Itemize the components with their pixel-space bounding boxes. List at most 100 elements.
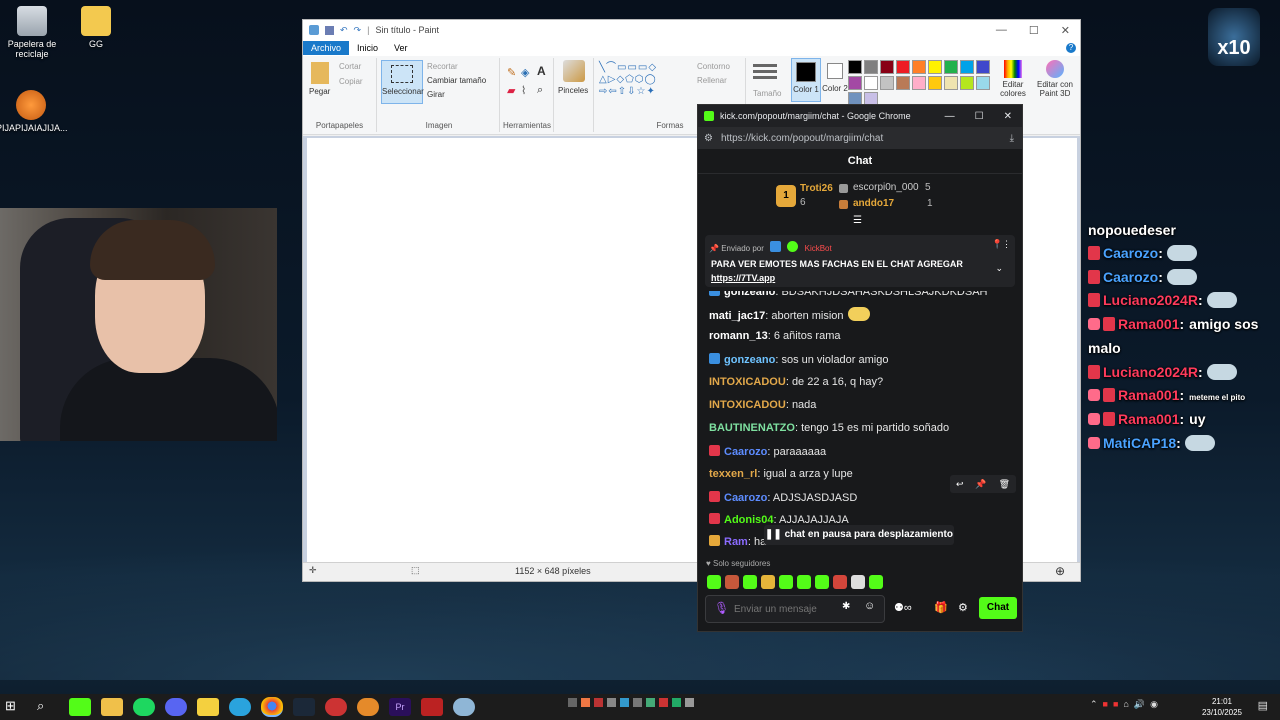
translate-icon[interactable]: ✱ bbox=[842, 601, 850, 612]
emote-icon[interactable] bbox=[779, 575, 793, 589]
zoom-in-icon[interactable]: ⊕ bbox=[1055, 564, 1065, 578]
minimize-icon[interactable]: — bbox=[945, 111, 955, 122]
magnifier-icon[interactable]: ⌕ bbox=[537, 84, 543, 97]
rotate-button[interactable]: Girar bbox=[427, 90, 445, 99]
chat-username[interactable]: Ram bbox=[724, 536, 748, 548]
paste-button[interactable]: Pegar bbox=[309, 87, 330, 96]
emote-icon[interactable] bbox=[851, 575, 865, 589]
color-picker-icon[interactable]: ⌇ bbox=[521, 84, 526, 97]
notifications-icon[interactable]: ▤ bbox=[1258, 699, 1268, 712]
settings-icon[interactable]: ⚙ bbox=[958, 601, 968, 614]
emote-icon[interactable] bbox=[725, 575, 739, 589]
search-icon[interactable]: ⌕ bbox=[37, 698, 59, 716]
tray-icon[interactable] bbox=[646, 698, 655, 707]
tray-icon[interactable] bbox=[594, 698, 603, 707]
close-icon[interactable]: ✕ bbox=[1004, 111, 1012, 122]
chat-username[interactable]: BAUTINENATZO bbox=[709, 422, 795, 434]
eraser-icon[interactable]: ▰ bbox=[507, 84, 515, 97]
network-icon[interactable]: ⌂ bbox=[1123, 699, 1128, 710]
chat-message[interactable]: Caarozo: paraaaaaa bbox=[709, 445, 826, 458]
send-chat-button[interactable]: Chat bbox=[979, 597, 1017, 619]
text-icon[interactable]: A bbox=[537, 64, 546, 78]
redo-icon[interactable]: ↷ bbox=[354, 25, 362, 36]
delete-icon[interactable]: 🗑 bbox=[999, 479, 1010, 490]
copy-button[interactable]: Copiar bbox=[339, 77, 363, 86]
emote-icon[interactable] bbox=[869, 575, 883, 589]
chat-message[interactable]: Caarozo: ADJSJASDJASD bbox=[709, 491, 857, 504]
maximize-icon[interactable]: ☐ bbox=[975, 111, 984, 122]
tray-icon[interactable] bbox=[633, 698, 642, 707]
tray-icon[interactable] bbox=[581, 698, 590, 707]
collapse-leaderboard-icon[interactable]: ☰ bbox=[853, 215, 862, 226]
leaderboard-name[interactable]: Troti26 bbox=[800, 183, 833, 194]
spotify-icon[interactable] bbox=[133, 698, 155, 716]
chat-paused-banner[interactable]: ❚❚ chat en pausa para desplazamiento bbox=[764, 525, 954, 545]
fl-studio-taskbar-icon[interactable] bbox=[357, 698, 379, 716]
tray-icon[interactable] bbox=[568, 698, 577, 707]
emote-icon[interactable] bbox=[707, 575, 721, 589]
start-icon[interactable]: ⊞ bbox=[5, 698, 27, 716]
chat-username[interactable]: INTOXICADOU bbox=[709, 399, 786, 411]
file-explorer-icon[interactable] bbox=[101, 698, 123, 716]
palette-swatch[interactable] bbox=[912, 76, 926, 90]
brush-icon[interactable] bbox=[563, 60, 585, 82]
chat-message[interactable]: romann_13: 6 añitos rama bbox=[709, 330, 840, 342]
tray-icon[interactable] bbox=[672, 698, 681, 707]
tray-app-icon[interactable]: ■ bbox=[1103, 699, 1108, 710]
minimize-icon[interactable]: — bbox=[996, 24, 1007, 37]
color2-button[interactable]: Color 2 bbox=[821, 58, 849, 100]
palette-swatch[interactable] bbox=[864, 60, 878, 74]
tray-icon[interactable] bbox=[685, 698, 694, 707]
edit-colors-button[interactable]: Editar colores bbox=[993, 58, 1033, 98]
palette-swatch[interactable] bbox=[976, 76, 990, 90]
close-icon[interactable]: ✕ bbox=[1061, 24, 1070, 37]
tray-icon[interactable] bbox=[607, 698, 616, 707]
chat-message[interactable]: INTOXICADOU: nada bbox=[709, 399, 816, 411]
chat-username[interactable]: Caarozo bbox=[724, 492, 767, 504]
chat-message-input[interactable] bbox=[732, 600, 836, 618]
emote-icon[interactable] bbox=[815, 575, 829, 589]
brushes-button[interactable]: Pinceles bbox=[558, 86, 588, 95]
shapes-gallery[interactable]: ╲⌒▭▭▭◇ △▷◇⬠⬡◯ ⇨⇦⇧⇩☆✦ bbox=[599, 62, 679, 98]
paint3d-button[interactable]: Editar con Paint 3D bbox=[1033, 58, 1077, 98]
palette-swatch[interactable] bbox=[864, 76, 878, 90]
steam-icon[interactable] bbox=[293, 698, 315, 716]
resize-button[interactable]: Cambiar tamaño bbox=[427, 76, 486, 85]
people-icon[interactable]: ⚉∞ bbox=[894, 601, 912, 614]
chat-message[interactable]: Ram: hat bbox=[709, 535, 769, 548]
volume-icon[interactable]: 🔊 bbox=[1134, 699, 1145, 710]
telegram-icon[interactable] bbox=[229, 698, 251, 716]
desktop-icon-recycle-bin[interactable]: Papelera de reciclaje bbox=[0, 6, 67, 59]
site-info-icon[interactable]: ⚙ bbox=[704, 133, 713, 144]
leaderboard-name[interactable]: anddo17 bbox=[853, 198, 894, 209]
palette-swatch[interactable] bbox=[928, 76, 942, 90]
pencil-icon[interactable]: ✎ bbox=[507, 66, 516, 79]
tab-ver[interactable]: Ver bbox=[386, 41, 416, 55]
emoji-icon[interactable]: ☺ bbox=[864, 600, 875, 612]
emote-icon[interactable] bbox=[833, 575, 847, 589]
palette-swatch[interactable] bbox=[880, 60, 894, 74]
download-icon[interactable]: ⤓ bbox=[1010, 133, 1014, 144]
chrome-icon[interactable] bbox=[261, 697, 283, 717]
desktop-icon-fl-studio[interactable]: PIJAPIJAIAJIJA... bbox=[0, 90, 68, 133]
taskbar-clock[interactable]: 21:01 23/10/2025 bbox=[1202, 696, 1242, 718]
chevron-up-icon[interactable]: ⌃ bbox=[1090, 699, 1098, 710]
chat-message[interactable]: gonzeano: sos un violador amigo bbox=[709, 353, 888, 366]
maximize-icon[interactable]: ☐ bbox=[1029, 24, 1039, 37]
voicemeeter-icon[interactable] bbox=[421, 698, 443, 716]
crop-button[interactable]: Recortar bbox=[427, 62, 458, 71]
chat-username[interactable]: INTOXICADOU bbox=[709, 376, 786, 388]
paint-taskbar-icon[interactable] bbox=[453, 698, 475, 716]
emote-icon[interactable] bbox=[761, 575, 775, 589]
chat-message[interactable]: INTOXICADOU: de 22 a 16, q hay? bbox=[709, 376, 883, 388]
reply-icon[interactable]: ↩ bbox=[956, 479, 964, 490]
palette-swatch[interactable] bbox=[848, 60, 862, 74]
chat-message[interactable]: BAUTINENATZO: tengo 15 es mi partido soñ… bbox=[709, 422, 949, 434]
palette-swatch[interactable] bbox=[976, 60, 990, 74]
tray-icon[interactable] bbox=[659, 698, 668, 707]
size-button[interactable]: Tamaño bbox=[753, 58, 783, 98]
palette-swatch[interactable] bbox=[880, 76, 894, 90]
chat-username[interactable]: gonzeano bbox=[724, 291, 775, 298]
palette-swatch[interactable] bbox=[960, 76, 974, 90]
palette-swatch[interactable] bbox=[944, 60, 958, 74]
